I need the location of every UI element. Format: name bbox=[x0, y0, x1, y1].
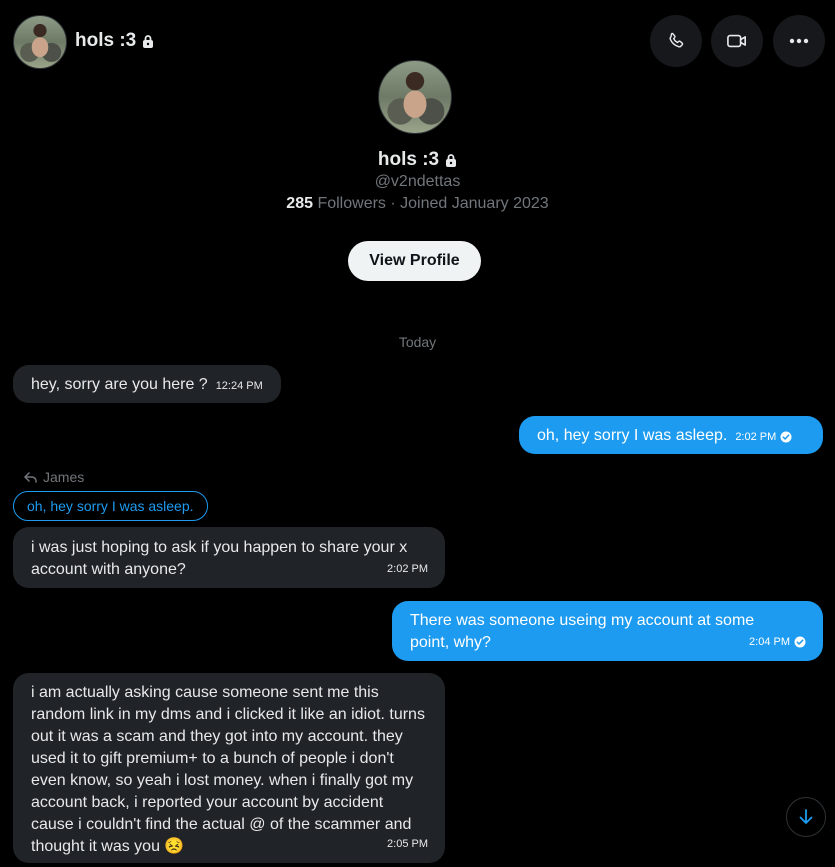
lock-icon bbox=[143, 35, 154, 48]
message-time: 2:02 PM bbox=[735, 431, 777, 443]
message-text: i am actually asking cause someone sent … bbox=[31, 684, 425, 855]
message-bubble-incoming[interactable]: i am actually asking cause someone sent … bbox=[13, 673, 445, 863]
view-profile-button[interactable]: View Profile bbox=[348, 241, 481, 281]
message-text: i was just hoping to ask if you happen t… bbox=[31, 539, 408, 578]
more-icon bbox=[789, 38, 809, 44]
message-time: 2:04 PM bbox=[749, 636, 790, 648]
lock-icon bbox=[446, 154, 457, 167]
message-text: hey, sorry are you here ? bbox=[31, 376, 208, 393]
message-bubble-outgoing[interactable]: oh, hey sorry I was asleep. 2:02 PM bbox=[519, 416, 823, 454]
message-bubble-outgoing[interactable]: There was someone useing my account at s… bbox=[392, 601, 823, 661]
message-time: 2:05 PM bbox=[387, 838, 428, 850]
quoted-message[interactable]: oh, hey sorry I was asleep. bbox=[13, 491, 208, 521]
followers-joined-text: Followers · Joined January 2023 bbox=[317, 195, 549, 212]
scroll-to-bottom-button[interactable] bbox=[786, 797, 826, 837]
profile-name-row: hols :3 bbox=[0, 149, 835, 171]
message-text: oh, hey sorry I was asleep. bbox=[537, 427, 728, 444]
read-check-icon bbox=[794, 636, 806, 648]
profile-name: hols :3 bbox=[377, 149, 440, 170]
message-text-wrap: i am actually asking cause someone sent … bbox=[31, 682, 427, 858]
phone-icon bbox=[669, 32, 684, 48]
date-separator: Today bbox=[398, 334, 437, 350]
scroll-down-icon bbox=[799, 809, 813, 824]
call-button[interactable] bbox=[650, 15, 702, 67]
message-time-row: 2:04 PM bbox=[749, 631, 806, 653]
video-icon bbox=[727, 34, 747, 48]
video-call-button[interactable] bbox=[711, 15, 763, 67]
read-check-icon bbox=[780, 431, 792, 443]
profile-avatar[interactable] bbox=[378, 60, 452, 134]
header-avatar[interactable] bbox=[13, 15, 67, 69]
profile-handle: @v2ndettas bbox=[374, 173, 461, 190]
message-time-row: 2:02 PM bbox=[735, 426, 792, 448]
more-options-button[interactable] bbox=[773, 15, 825, 67]
message-bubble-incoming[interactable]: i was just hoping to ask if you happen t… bbox=[13, 527, 445, 588]
reply-context: James bbox=[24, 469, 84, 485]
header-name: hols :3 bbox=[75, 30, 137, 51]
reply-icon bbox=[24, 471, 37, 483]
profile-meta: 285 Followers · Joined January 2023 bbox=[0, 195, 835, 213]
message-time: 12:24 PM bbox=[215, 380, 263, 392]
message-time: 2:02 PM bbox=[387, 563, 428, 575]
header-title: hols :3 bbox=[75, 30, 154, 52]
followers-count: 285 bbox=[286, 195, 313, 212]
emoji: 😣 bbox=[164, 838, 185, 855]
message-text: There was someone useing my account at s… bbox=[410, 612, 755, 651]
message-bubble-incoming[interactable]: hey, sorry are you here ? 12:24 PM bbox=[13, 365, 281, 403]
reply-to-name: James bbox=[43, 469, 85, 485]
